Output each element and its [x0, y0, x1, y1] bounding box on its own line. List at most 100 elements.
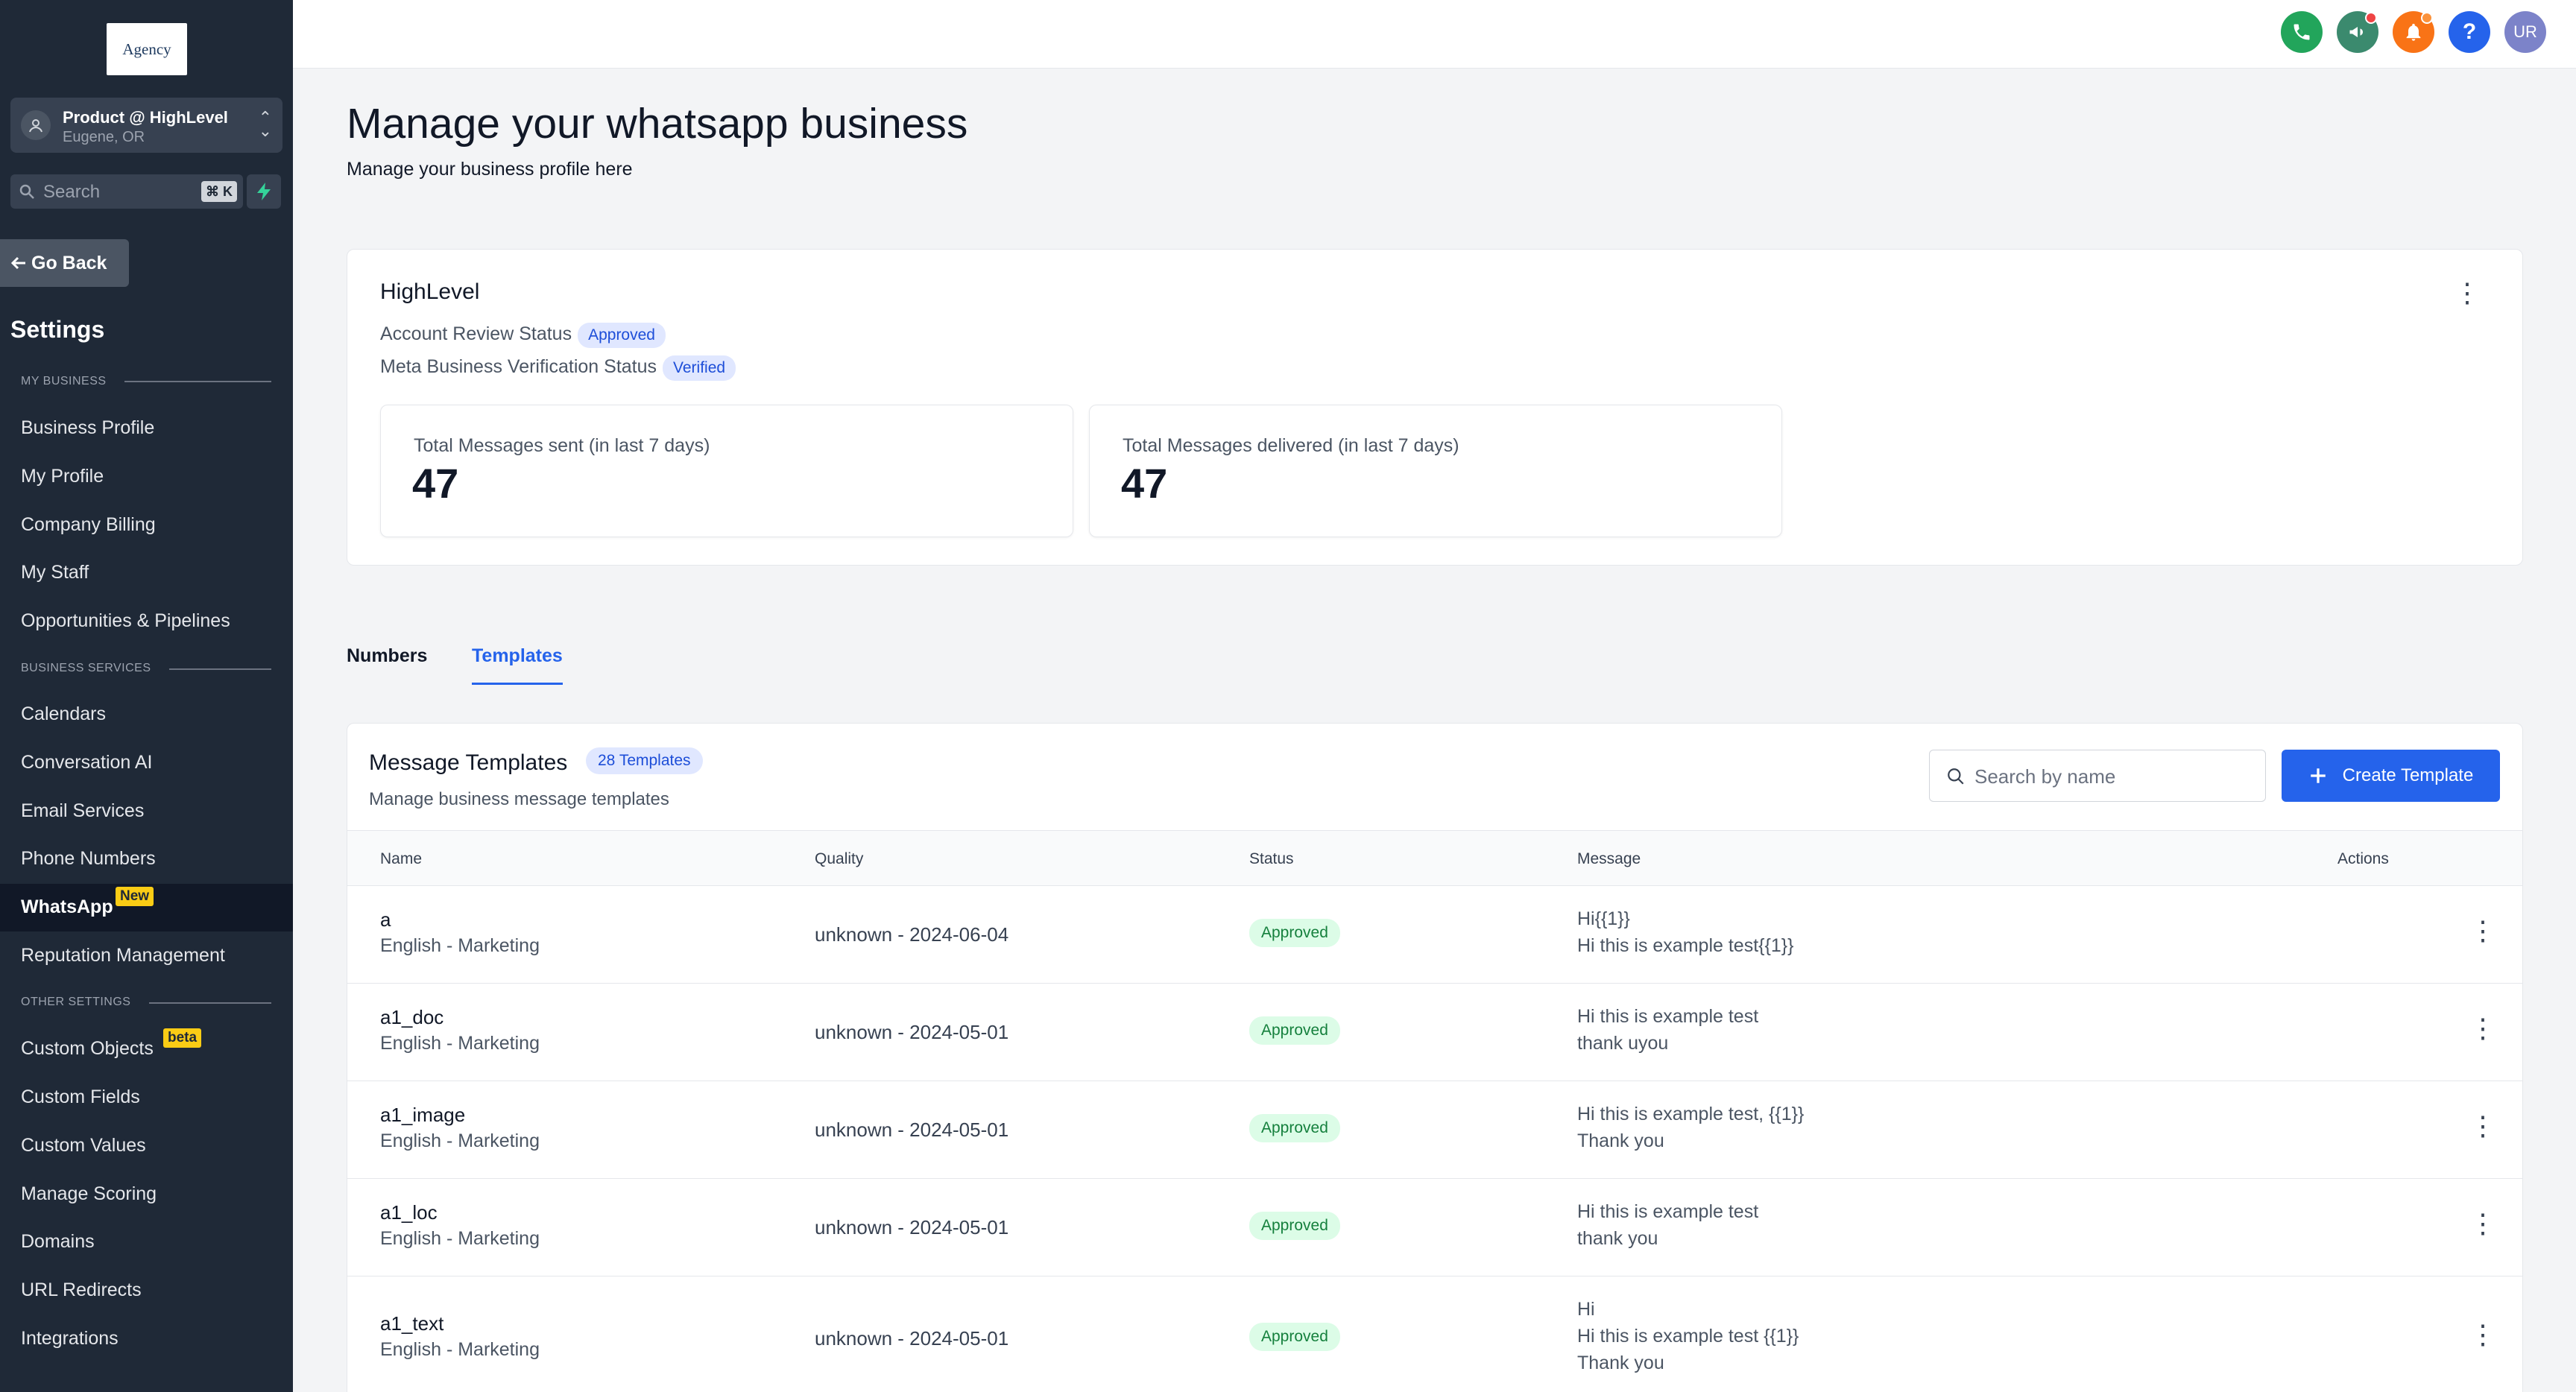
divider [124, 381, 271, 382]
table-row[interactable]: a English - Marketing unknown - 2024-06-… [347, 886, 2522, 984]
megaphone-icon[interactable] [2337, 11, 2378, 53]
active-tab-indicator [472, 683, 563, 685]
account-location: Eugene, OR [63, 129, 145, 145]
table-row[interactable]: a1_text English - Marketing unknown - 20… [347, 1276, 2522, 1392]
beta-badge: beta [163, 1028, 202, 1048]
sidebar-search[interactable]: Search ⌘ K [10, 174, 243, 209]
business-name: HighLevel [380, 279, 480, 304]
templates-title: Message Templates [369, 750, 568, 775]
status-badge: Approved [1249, 1016, 1340, 1045]
section-business-services: BUSINESS SERVICES [21, 662, 151, 674]
template-language: English - Marketing [380, 1339, 540, 1360]
user-icon [21, 110, 51, 140]
template-language: English - Marketing [380, 1033, 540, 1054]
template-quality: unknown - 2024-05-01 [815, 1327, 1009, 1350]
meta-verification-row: Meta Business Verification Status Verifie… [380, 355, 736, 381]
template-name: a1_loc [380, 1201, 438, 1224]
search-icon [1948, 768, 1964, 785]
sidebar-item-reputation[interactable]: Reputation Management [21, 945, 225, 967]
sidebar-item-custom-values[interactable]: Custom Values [21, 1135, 146, 1157]
account-name: Product @ HighLevel [63, 108, 228, 127]
table-row[interactable]: a1_doc English - Marketing unknown - 202… [347, 984, 2522, 1081]
kebab-icon[interactable]: ⋮ [2469, 1113, 2496, 1139]
create-template-button[interactable]: Create Template [2282, 750, 2500, 802]
status-badge: Approved [578, 323, 666, 348]
search-placeholder: Search by name [1974, 765, 2116, 788]
sidebar-item-company-billing[interactable]: Company Billing [21, 514, 156, 536]
template-name: a1_text [380, 1312, 444, 1335]
topbar: ? UR [293, 0, 2576, 69]
sidebar-item-opportunities[interactable]: Opportunities & Pipelines [21, 610, 230, 632]
new-badge: New [116, 887, 154, 906]
column-header-name[interactable]: Name [380, 850, 422, 868]
sidebar-item-custom-fields[interactable]: Custom Fields [21, 1086, 140, 1108]
sidebar-item-conversation-ai[interactable]: Conversation AI [21, 752, 153, 773]
go-back-button[interactable]: Go Back [0, 239, 129, 287]
table-row[interactable]: a1_loc English - Marketing unknown - 202… [347, 1179, 2522, 1276]
column-header-quality[interactable]: Quality [815, 850, 863, 868]
business-profile-card: HighLevel ⋮ Account Review Status Approve… [347, 249, 2523, 566]
status-badge: Approved [1249, 1114, 1340, 1142]
template-search-input[interactable]: Search by name [1929, 750, 2266, 802]
kebab-icon[interactable]: ⋮ [2469, 1210, 2496, 1237]
kebab-icon[interactable]: ⋮ [2469, 1321, 2496, 1348]
tab-templates[interactable]: Templates [472, 645, 563, 667]
status-badge: Verified [663, 355, 736, 381]
sidebar-item-my-profile[interactable]: My Profile [21, 466, 104, 487]
column-header-message[interactable]: Message [1577, 850, 1641, 868]
sidebar-item-business-profile[interactable]: Business Profile [21, 417, 154, 439]
sidebar-item-email-services[interactable]: Email Services [21, 800, 144, 822]
create-template-label: Create Template [2342, 765, 2474, 785]
sidebar-item-url-redirects[interactable]: URL Redirects [21, 1279, 142, 1301]
template-name: a1_doc [380, 1006, 444, 1028]
notification-dot [2421, 12, 2433, 24]
help-symbol: ? [2462, 19, 2477, 44]
kebab-icon[interactable]: ⋮ [2469, 917, 2496, 944]
table-row[interactable]: a1_image English - Marketing unknown - 2… [347, 1081, 2522, 1179]
template-message: Hi this is example test thank you [1577, 1201, 1759, 1249]
template-name: a1_image [380, 1104, 466, 1126]
column-header-actions: Actions [2337, 850, 2389, 867]
sidebar-item-domains[interactable]: Domains [21, 1231, 95, 1253]
template-message: Hi Hi this is example test {{1}} Thank y… [1577, 1299, 1799, 1373]
kebab-icon[interactable]: ⋮ [2469, 1015, 2496, 1042]
sidebar-item-my-staff[interactable]: My Staff [21, 562, 89, 583]
logo-text: Agency [122, 39, 171, 58]
agency-logo[interactable]: Agency [107, 23, 187, 75]
column-header-status[interactable]: Status [1249, 850, 1294, 868]
search-icon [19, 184, 34, 199]
kebab-icon[interactable]: ⋮ [2454, 279, 2481, 306]
template-language: English - Marketing [380, 1228, 540, 1249]
template-quality: unknown - 2024-06-04 [815, 923, 1009, 946]
sidebar-item-integrations[interactable]: Integrations [21, 1328, 119, 1350]
stat-value: 47 [1121, 460, 1168, 507]
sidebar-item-custom-objects[interactable]: Custom Objects [21, 1038, 154, 1060]
plus-icon [2310, 768, 2326, 783]
templates-subtitle: Manage business message templates [369, 789, 669, 809]
sidebar-item-calendars[interactable]: Calendars [21, 703, 106, 725]
bell-icon[interactable] [2393, 11, 2434, 53]
sidebar-item-whatsapp-label[interactable]: WhatsApp [21, 896, 113, 918]
message-templates-card: Message Templates 28 Templates Manage bu… [347, 723, 2523, 1392]
meta-verification-label: Meta Business Verification Status [380, 356, 657, 377]
phone-icon[interactable] [2281, 11, 2323, 53]
sidebar-item-manage-scoring[interactable]: Manage Scoring [21, 1183, 157, 1205]
notification-dot [2365, 12, 2377, 24]
go-back-label: Go Back [31, 252, 107, 273]
template-message: Hi this is example test thank uyou [1577, 1006, 1759, 1054]
account-review-label: Account Review Status [380, 323, 572, 344]
arrow-left-icon [10, 256, 25, 270]
template-language: English - Marketing [380, 935, 540, 956]
account-switcher[interactable]: Product @ HighLevel Eugene, OR ⌃ ⌄ [10, 98, 282, 153]
user-avatar[interactable]: UR [2504, 11, 2546, 53]
account-review-row: Account Review Status Approved [380, 323, 666, 348]
section-other-settings: OTHER SETTINGS [21, 996, 131, 1008]
stat-card-delivered: Total Messages delivered (in last 7 days… [1089, 405, 1782, 537]
status-badge: Approved [1249, 1212, 1340, 1240]
tab-numbers[interactable]: Numbers [347, 645, 427, 667]
help-icon[interactable]: ? [2449, 11, 2490, 53]
bolt-icon[interactable] [247, 174, 281, 209]
avatar-initials: UR [2513, 22, 2537, 41]
status-badge: Approved [1249, 1323, 1340, 1351]
sidebar-item-phone-numbers[interactable]: Phone Numbers [21, 848, 156, 870]
